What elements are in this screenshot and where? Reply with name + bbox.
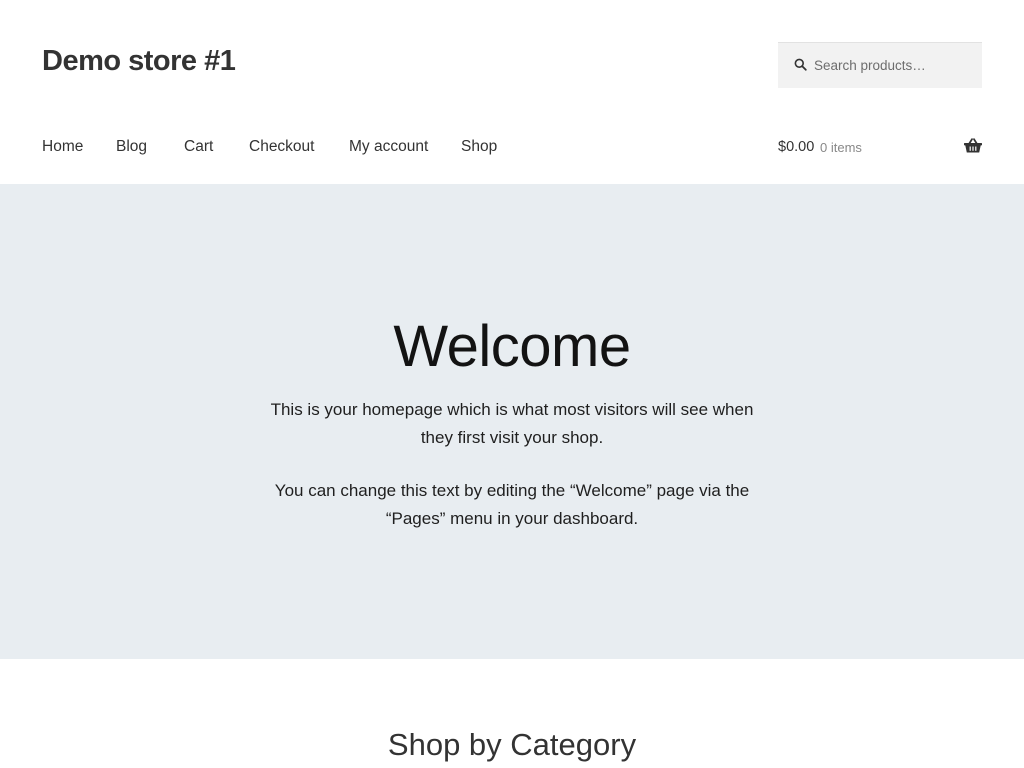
nav-item-my-account[interactable]: My account [349, 136, 428, 158]
shop-by-category-heading: Shop by Category [387, 727, 637, 762]
basket-icon [964, 138, 982, 153]
search-icon [794, 58, 807, 71]
nav-item-cart[interactable]: Cart [184, 136, 213, 158]
cart-amount: $0.00 [778, 139, 815, 155]
site-title[interactable]: Demo store #1 [42, 42, 236, 80]
nav-item-blog[interactable]: Blog [116, 136, 147, 158]
search-form [778, 42, 982, 88]
nav-item-shop[interactable]: Shop [461, 136, 497, 158]
cart-item-count: 0 items [820, 140, 862, 155]
hero-title: Welcome [393, 314, 631, 379]
header-cart[interactable]: $0.00 0 items [778, 136, 982, 158]
hero-paragraph-intro: This is your homepage which is what most… [270, 400, 754, 447]
welcome-hero: Welcome This is your homepage which is w… [0, 184, 1024, 659]
site-header: Demo store #1 Home Blog Cart Checkout My… [0, 0, 1024, 184]
hero-paragraph-instructions: You can change this text by editing the … [274, 481, 750, 528]
nav-item-checkout[interactable]: Checkout [249, 136, 314, 158]
search-input[interactable] [814, 43, 974, 87]
nav-item-home[interactable]: Home [42, 136, 83, 158]
